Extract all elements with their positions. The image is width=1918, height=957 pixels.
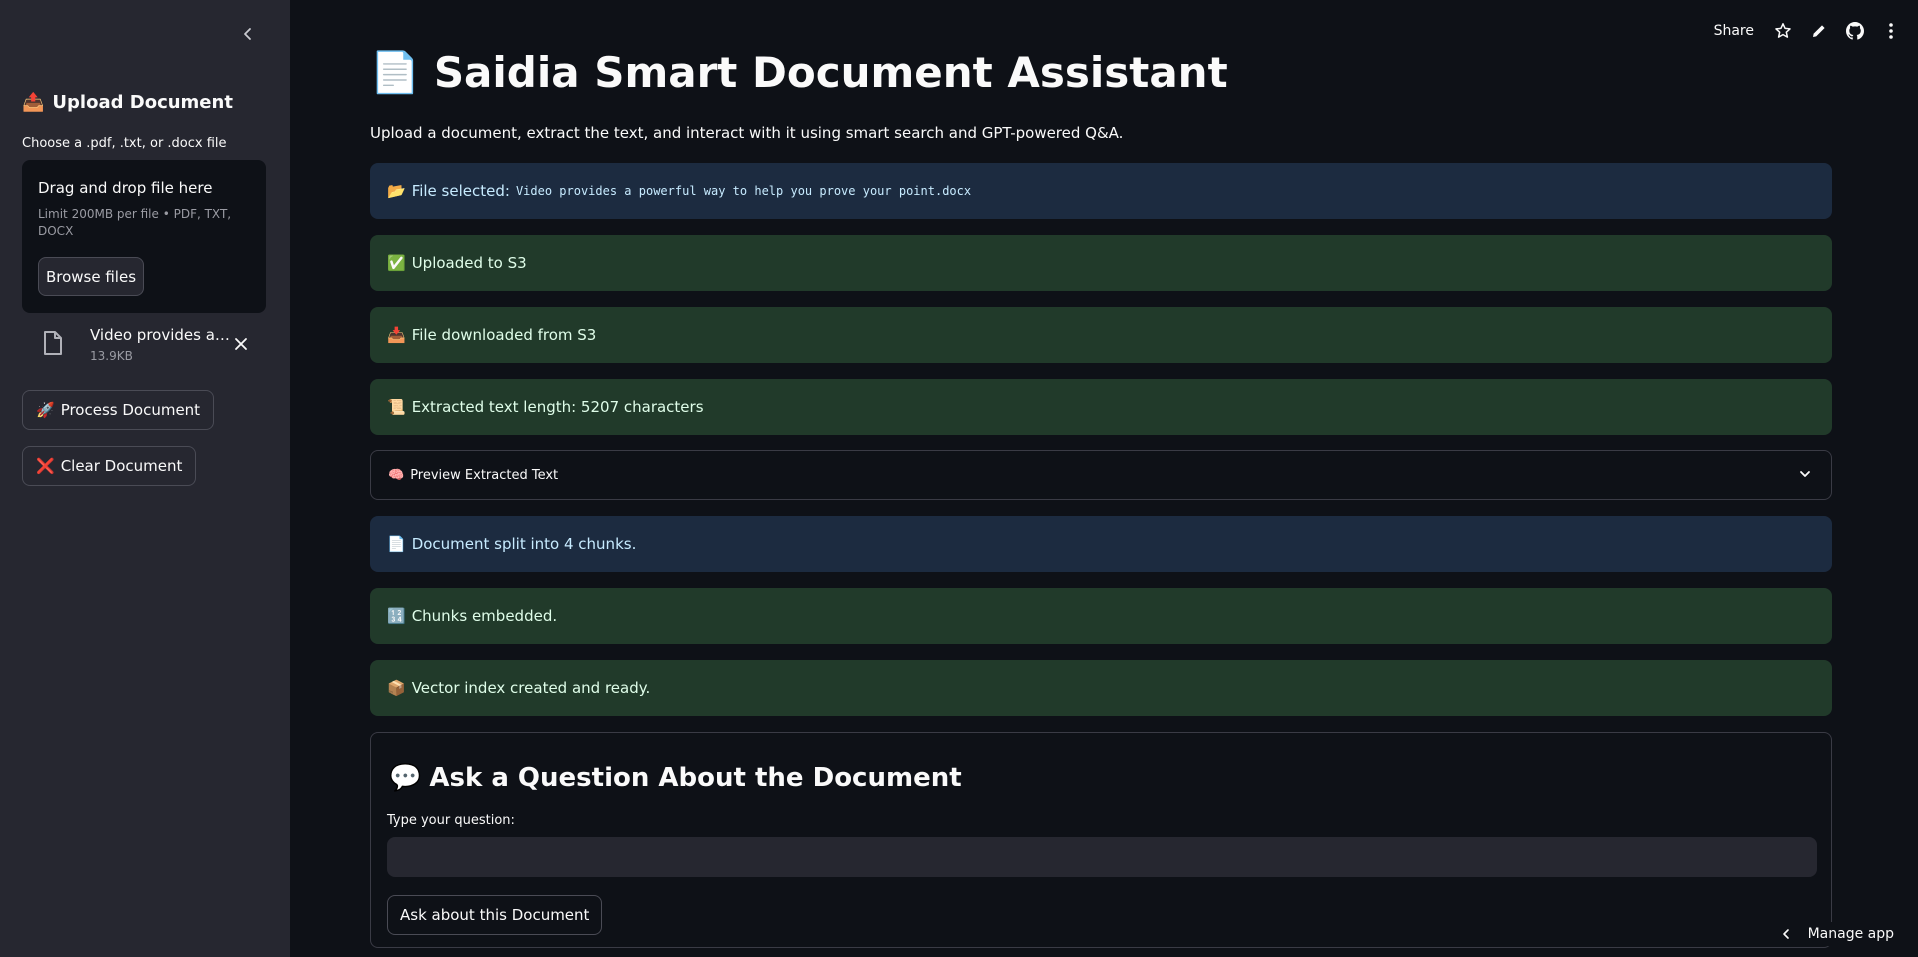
status-text: Extracted text length: 5207 characters — [411, 398, 704, 416]
dropzone-title: Drag and drop file here — [38, 179, 213, 197]
document-icon: 📄 — [370, 50, 420, 96]
cross-mark-icon: ❌ — [36, 457, 55, 475]
uploaded-file-item: Video provides a powerful way to help yo… — [22, 322, 266, 372]
page-title-text: Saidia Smart Document Assistant — [433, 48, 1228, 97]
close-icon — [235, 338, 247, 350]
main-menu-button[interactable] — [1880, 20, 1902, 42]
status-alert: 📄 Document split into 4 chunks. — [370, 516, 1832, 572]
chevron-left-icon — [1782, 929, 1789, 939]
page-icon: 📄 — [387, 535, 406, 553]
file-dropzone[interactable]: Drag and drop file here Limit 200MB per … — [22, 160, 266, 313]
status-text: Document split into 4 chunks. — [411, 535, 637, 553]
clear-document-label: Clear Document — [60, 457, 183, 475]
preview-extracted-text-expander[interactable]: 🧠 Preview Extracted Text — [370, 450, 1832, 500]
manage-app-label: Manage app — [1807, 926, 1894, 942]
chevron-down-icon — [1800, 471, 1810, 477]
sidebar-heading: 📤 Upload Document — [22, 92, 233, 113]
numbers-icon: 🔢 — [387, 607, 406, 625]
speech-bubble-icon: 💬 — [389, 763, 422, 793]
ask-document-button[interactable]: Ask about this Document — [387, 895, 603, 935]
pencil-icon — [1813, 25, 1825, 37]
question-form: 💬 Ask a Question About the Document Type… — [370, 732, 1832, 948]
manage-app-button[interactable]: Manage app — [1767, 922, 1894, 946]
status-text: Vector index created and ready. — [411, 679, 651, 697]
qa-heading-text: Ask a Question About the Document — [429, 763, 962, 793]
file-selected-label: File selected: — [411, 182, 510, 200]
status-alert: 🔢 Chunks embedded. — [370, 588, 1832, 644]
github-button[interactable] — [1844, 20, 1866, 42]
file-icon — [44, 331, 62, 355]
status-text: File downloaded from S3 — [411, 326, 597, 344]
status-text: Uploaded to S3 — [411, 254, 527, 272]
rocket-icon: 🚀 — [36, 401, 55, 419]
inbox-icon: 📥 — [387, 326, 406, 344]
star-button[interactable] — [1772, 20, 1794, 42]
question-input-label: Type your question: — [387, 813, 515, 828]
clear-document-button[interactable]: ❌ Clear Document — [22, 446, 197, 486]
chevron-left-icon — [244, 28, 251, 40]
sidebar-heading-text: Upload Document — [52, 92, 233, 113]
scroll-icon: 📜 — [387, 398, 406, 416]
check-icon: ✅ — [387, 254, 406, 272]
star-icon — [1775, 23, 1791, 38]
process-document-button[interactable]: 🚀 Process Document — [22, 390, 215, 430]
dropzone-limit: Limit 200MB per file • PDF, TXT, DOCX — [38, 207, 232, 238]
package-icon: 📦 — [387, 679, 406, 697]
process-document-label: Process Document — [60, 401, 201, 419]
status-alert: 📦 Vector index created and ready. — [370, 660, 1832, 716]
more-vertical-icon — [1889, 23, 1893, 39]
collapse-sidebar-button[interactable] — [236, 22, 260, 46]
upload-tray-icon: 📤 — [22, 92, 45, 113]
header-toolbar: Share — [1714, 20, 1902, 42]
page-title: 📄 Saidia Smart Document Assistant — [370, 48, 1228, 97]
file-selected-name: Video provides a powerful way to help yo… — [515, 184, 972, 198]
github-icon — [1846, 22, 1864, 40]
brain-icon: 🧠 — [388, 467, 405, 483]
folder-icon: 📂 — [387, 182, 406, 200]
page-subtitle: Upload a document, extract the text, and… — [370, 124, 1124, 142]
question-input[interactable] — [387, 837, 1817, 877]
share-button[interactable]: Share — [1714, 23, 1754, 39]
status-alert: ✅ Uploaded to S3 — [370, 235, 1832, 291]
uploader-label: Choose a .pdf, .txt, or .docx file — [22, 136, 227, 151]
sidebar: 📤 Upload Document Choose a .pdf, .txt, o… — [0, 0, 290, 957]
status-text: Chunks embedded. — [411, 607, 558, 625]
uploaded-file-size: 13.9KB — [90, 349, 133, 363]
file-selected-alert: 📂 File selected: Video provides a powerf… — [370, 163, 1832, 219]
status-alert: 📥 File downloaded from S3 — [370, 307, 1832, 363]
qa-heading: 💬 Ask a Question About the Document — [389, 763, 962, 793]
status-alert: 📜 Extracted text length: 5207 characters — [370, 379, 1832, 435]
remove-file-button[interactable] — [230, 333, 252, 355]
browse-files-button[interactable]: Browse files — [38, 257, 144, 296]
edit-button[interactable] — [1808, 20, 1830, 42]
uploaded-file-name: Video provides a powerful way to help yo… — [90, 326, 232, 344]
expander-label: Preview Extracted Text — [410, 467, 559, 483]
